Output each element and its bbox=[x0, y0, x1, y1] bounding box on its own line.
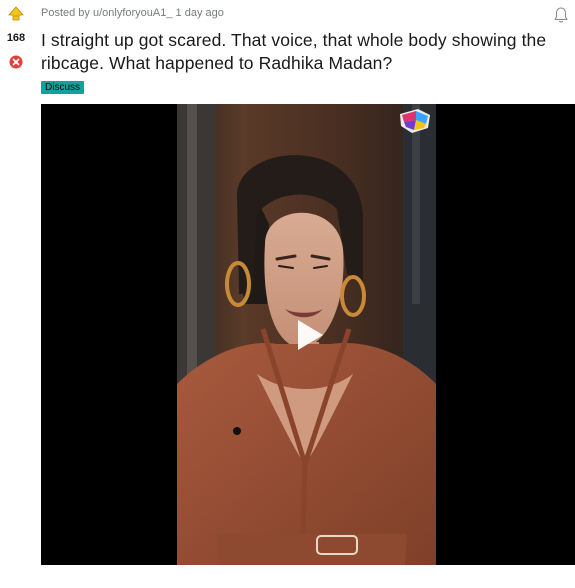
post-meta: Posted by u/onlyforyouA1_ 1 day ago bbox=[41, 7, 224, 19]
play-icon[interactable] bbox=[295, 318, 325, 352]
post-flair[interactable]: Discuss bbox=[41, 81, 85, 94]
channel-logo-icon bbox=[400, 109, 430, 133]
reddit-post: 168 Posted by u/onlyforyouA1_ 1 day ago … bbox=[0, 0, 575, 588]
downvote-x-icon[interactable] bbox=[9, 55, 23, 69]
post-time: 1 day ago bbox=[175, 7, 224, 19]
video-player[interactable] bbox=[41, 104, 575, 565]
bell-icon[interactable] bbox=[553, 6, 569, 24]
upvote-arrow-icon[interactable] bbox=[8, 6, 24, 22]
post-title[interactable]: I straight up got scared. That voice, th… bbox=[41, 29, 556, 75]
vote-score: 168 bbox=[6, 32, 26, 44]
post-author[interactable]: Posted by u/onlyforyouA1_ bbox=[41, 7, 172, 19]
